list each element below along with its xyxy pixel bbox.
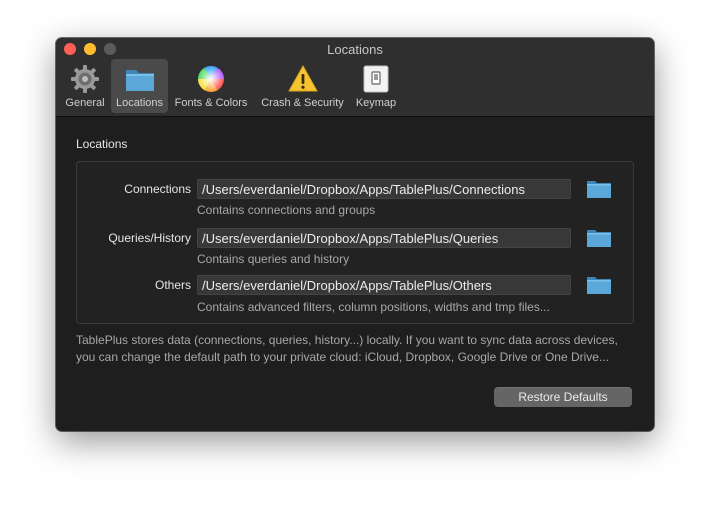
window-title: Locations [327,42,383,57]
titlebar: Locations General Locations Fonts & Colo… [56,38,654,117]
folder-icon [125,70,154,91]
tab-crash-security[interactable]: Crash & Security [256,59,349,113]
restore-defaults-button[interactable]: Restore Defaults [494,387,632,407]
sync-info-text: TablePlus stores data (connections, quer… [76,333,618,364]
queries-path-field[interactable]: /Users/everdaniel/Dropbox/Apps/TablePlus… [197,228,571,248]
tab-general-label: General [65,97,105,109]
others-description: Contains advanced filters, column positi… [197,300,550,314]
section-title: Locations [76,137,128,151]
queries-history-label: Queries/History [108,231,191,245]
connections-description: Contains connections and groups [197,203,376,217]
tab-locations-label: Locations [115,97,164,109]
preferences-window: Locations General Locations Fonts & Colo… [56,38,654,431]
keymap-icon [363,65,389,93]
others-path-field[interactable]: /Users/everdaniel/Dropbox/Apps/TablePlus… [197,275,571,295]
tab-crash-security-label: Crash & Security [261,97,344,109]
connections-path-field[interactable]: /Users/everdaniel/Dropbox/Apps/TablePlus… [197,179,571,199]
preferences-toolbar: General Locations Fonts & Colors Crash &… [56,59,654,115]
queries-description: Contains queries and history [197,252,350,266]
tab-fonts-colors-label: Fonts & Colors [174,97,248,109]
tab-fonts-colors[interactable]: Fonts & Colors [170,59,252,113]
connections-label: Connections [124,182,191,196]
connections-folder-icon[interactable] [586,179,612,199]
others-label: Others [154,278,191,292]
tab-keymap-label: Keymap [355,97,397,109]
others-folder-icon[interactable] [586,275,612,295]
warning-icon [288,65,317,92]
tab-general[interactable]: General [62,59,108,113]
color-wheel-icon [198,65,224,93]
gear-icon [71,65,99,93]
queries-folder-icon[interactable] [586,228,612,248]
locations-box: Connections /Users/everdaniel/Dropbox/Ap… [76,161,634,324]
locations-pane: Locations Connections /Users/everdaniel/… [56,117,654,431]
tab-keymap[interactable]: Keymap [352,59,400,113]
tab-locations[interactable]: Locations [111,59,168,113]
